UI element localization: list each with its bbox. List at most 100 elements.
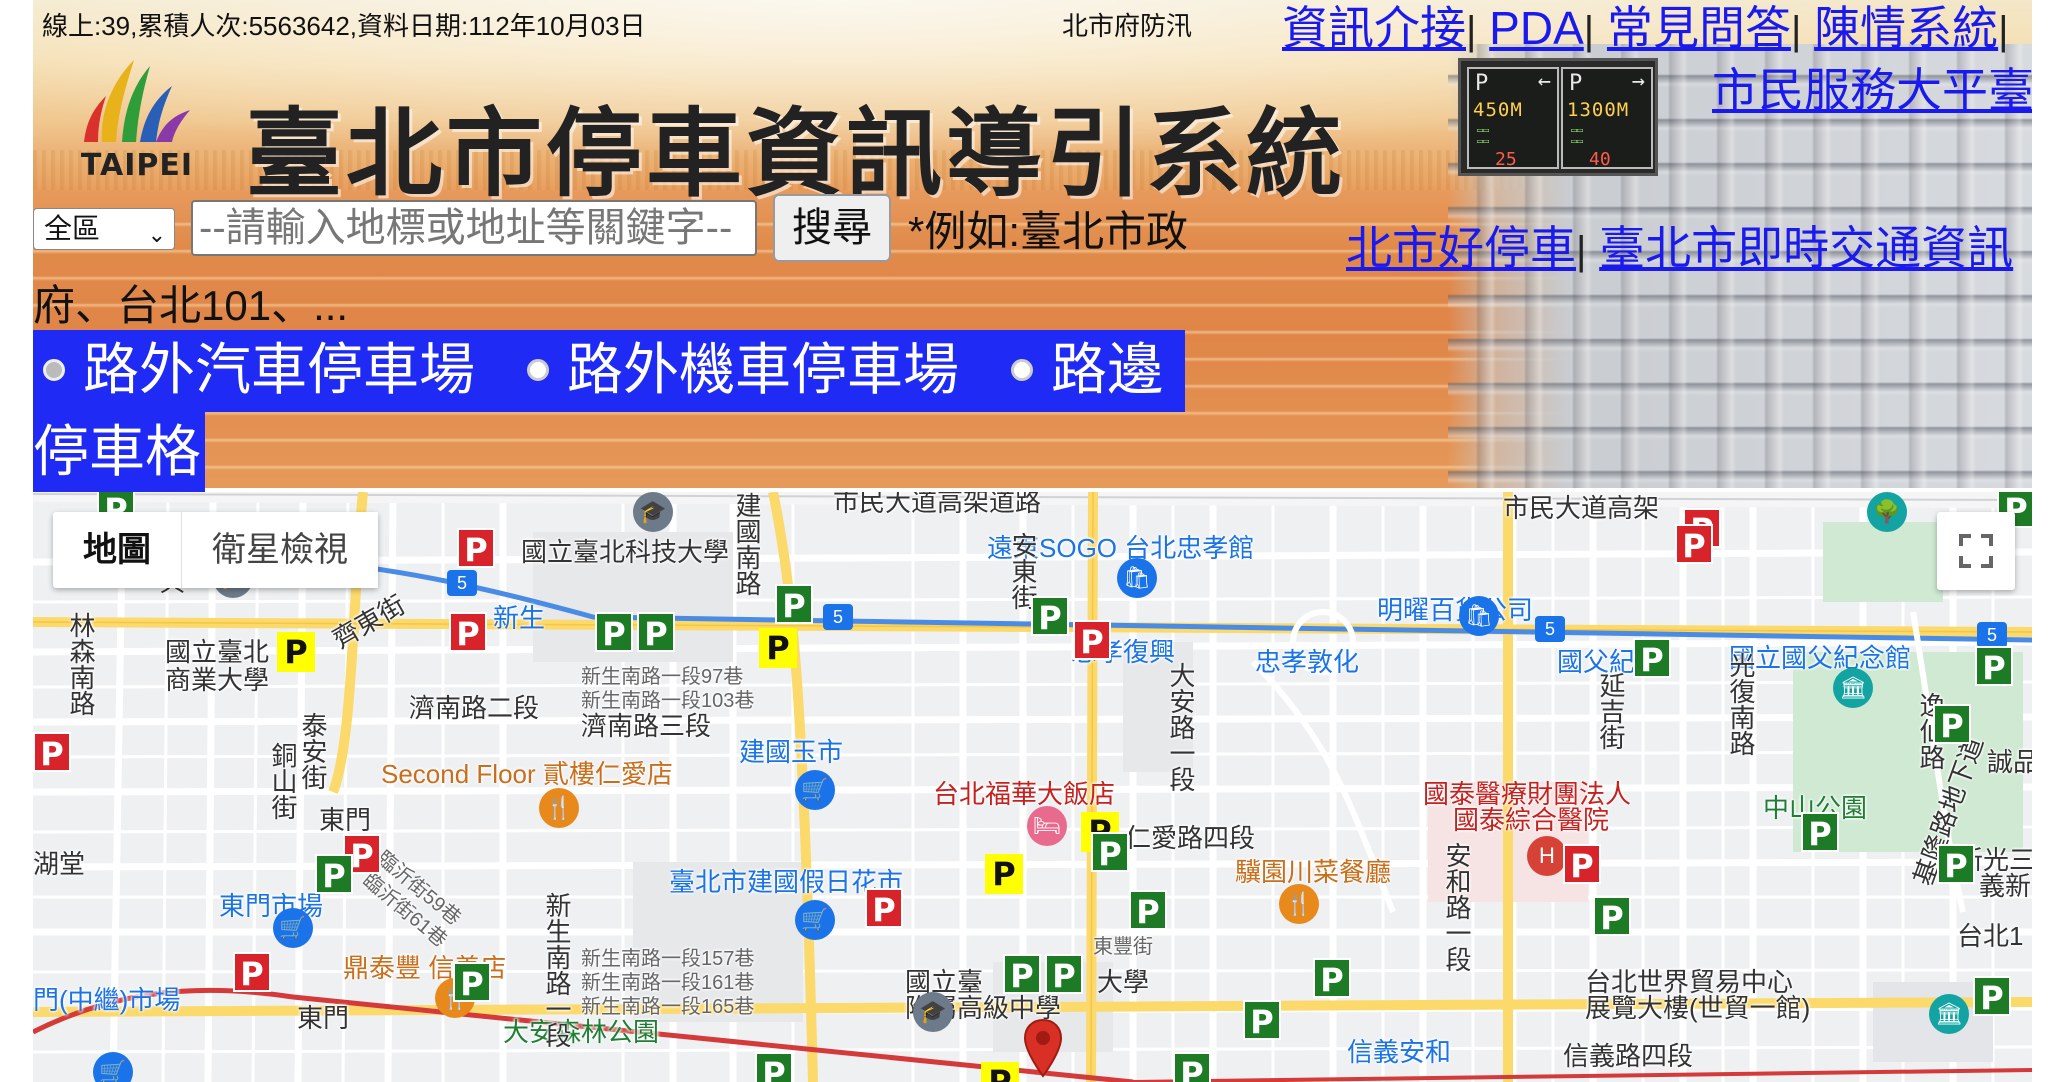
parking-red-icon[interactable]: P xyxy=(233,952,271,993)
radio-icon[interactable] xyxy=(43,359,65,382)
tab-satellite[interactable]: 衛星檢視 xyxy=(181,512,378,588)
sign-panel-left: P ← 450M ▭▭ ▭▭ 25 xyxy=(1467,67,1559,170)
school-icon[interactable]: 🎓 xyxy=(913,992,953,1032)
taipei-logo[interactable]: TAIPEI xyxy=(72,52,202,183)
map-view[interactable]: 市民大道高架道路 市民大道高架 國立臺北科技大學 遠東SOGO 台北忠孝館 明曜… xyxy=(33,492,2032,1082)
map-label: 市民大道高架 xyxy=(1503,493,1660,523)
left-gutter xyxy=(0,0,33,1082)
metro-line-5-icon: 5 xyxy=(823,604,853,630)
parking-green-icon[interactable]: P xyxy=(1313,958,1351,999)
parking-green-icon[interactable]: P xyxy=(1129,890,1167,931)
category-roadside[interactable]: 路邊 xyxy=(1011,330,1163,412)
parking-green-icon[interactable]: P xyxy=(1633,638,1671,679)
shopping-icon[interactable]: 🛍 xyxy=(1459,596,1499,636)
parking-green-icon[interactable]: P xyxy=(1975,646,2013,687)
map-label: 濟南路二段 xyxy=(409,693,540,723)
school-icon[interactable]: 🎓 xyxy=(633,492,673,532)
parking-yellow-icon[interactable]: P xyxy=(759,628,797,668)
map-label: 安和路一段 xyxy=(1442,842,1472,972)
search-button[interactable]: 搜尋 xyxy=(773,194,891,262)
map-label: 驥園川菜餐廳 xyxy=(1235,857,1392,887)
map-label: 國立臺北商業大學 xyxy=(165,637,270,695)
metro-line-5-icon: 5 xyxy=(1977,622,2007,648)
parking-green-icon[interactable]: P xyxy=(1243,1000,1281,1041)
museum-icon[interactable]: 🏛 xyxy=(1929,994,1969,1034)
map-label: 新生南路一段103巷 xyxy=(581,690,755,712)
parking-green-icon[interactable]: P xyxy=(1593,896,1631,937)
parking-green-icon[interactable]: P xyxy=(755,1052,793,1082)
link-data-interface[interactable]: 資訊介接 xyxy=(1282,2,1466,54)
map-label: 國立臺北科技大學 xyxy=(521,537,730,567)
category-bar: 路外汽車停車場 路外機車停車場 路邊 xyxy=(33,330,1185,412)
parking-green-icon[interactable]: P xyxy=(1937,844,1975,885)
parking-guide-sign: P ← 450M ▭▭ ▭▭ 25 P → 1300M ▭▭ ▭▭ 40 xyxy=(1458,58,1658,176)
radio-icon[interactable] xyxy=(527,359,549,382)
hospital-icon[interactable]: H xyxy=(1527,836,1567,876)
parking-green-icon[interactable]: P xyxy=(1003,954,1041,995)
link-petition[interactable]: 陳情系統 xyxy=(1814,2,1998,54)
link-traffic-info[interactable]: 臺北市即時交通資訊 xyxy=(1599,222,2013,274)
parking-green-icon[interactable]: P xyxy=(1045,954,1083,995)
shopping-cart-icon[interactable]: 🛒 xyxy=(795,900,835,940)
parking-green-icon[interactable]: P xyxy=(315,854,353,895)
link-citizen-platform[interactable]: 市民服務大平臺 xyxy=(1712,64,2034,116)
map-label: 東豐街 xyxy=(1093,936,1153,958)
parking-red-icon[interactable]: P xyxy=(449,612,487,653)
link-good-parking[interactable]: 北市好停車 xyxy=(1346,222,1576,274)
link-faq[interactable]: 常見問答 xyxy=(1607,2,1791,54)
parking-red-icon[interactable]: P xyxy=(865,888,903,929)
shopping-cart-icon[interactable]: 🛒 xyxy=(795,770,835,810)
parking-red-icon[interactable]: P xyxy=(457,528,495,569)
map-label: 誠品 xyxy=(1987,747,2032,777)
map-label: 大學 xyxy=(1097,967,1150,997)
parking-red-icon[interactable]: P xyxy=(1563,844,1601,885)
parking-green-icon[interactable]: P xyxy=(1031,596,1069,637)
right-gutter xyxy=(2032,0,2056,1082)
fullscreen-button[interactable] xyxy=(1937,512,2015,590)
parking-green-icon[interactable]: P xyxy=(595,612,633,653)
parking-yellow-icon[interactable]: P xyxy=(981,1062,1019,1082)
parking-yellow-icon[interactable]: P xyxy=(277,632,315,672)
museum-icon[interactable]: 🏛 xyxy=(1833,668,1873,708)
parking-green-icon[interactable]: P xyxy=(1933,704,1971,745)
map-label: 建國南路 xyxy=(732,492,762,596)
parking-red-icon[interactable]: P xyxy=(1073,620,1111,661)
link-pda[interactable]: PDA xyxy=(1489,2,1584,54)
parking-green-icon[interactable]: P xyxy=(1173,1052,1211,1082)
parking-yellow-icon[interactable]: P xyxy=(985,854,1023,894)
shopping-cart-icon[interactable]: 🛒 xyxy=(273,908,313,948)
map-type-control: 地圖 衛星檢視 xyxy=(53,512,378,588)
location-pin-icon[interactable] xyxy=(1023,1018,1063,1078)
shopping-icon[interactable]: 🛍 xyxy=(1117,558,1157,598)
park-icon[interactable]: 🌳 xyxy=(1867,492,1907,532)
map-label: 新生 xyxy=(493,603,546,633)
marquee-announcement[interactable]: 北市府防汛 xyxy=(1062,6,1202,43)
map-label: 建國玉市 xyxy=(739,737,844,767)
parking-green-icon[interactable]: P xyxy=(775,584,813,625)
parking-green-icon[interactable]: P xyxy=(1801,812,1839,853)
arrow-right-icon: → xyxy=(1631,69,1645,94)
parking-red-icon[interactable]: P xyxy=(33,732,71,773)
map-label: 義新 xyxy=(1979,871,2032,901)
search-input[interactable]: --請輸入地標或地址等關鍵字-- xyxy=(191,200,757,256)
map-label: 湖堂 xyxy=(33,849,86,879)
district-select[interactable]: 全區 ⌄ xyxy=(33,208,175,250)
radio-icon[interactable] xyxy=(1011,359,1033,382)
category-offstreet-car[interactable]: 路外汽車停車場 xyxy=(43,330,475,412)
category-offstreet-scooter[interactable]: 路外機車停車場 xyxy=(527,330,959,412)
map-label: 信義路四段 xyxy=(1563,1041,1694,1071)
restaurant-icon[interactable]: 🍴 xyxy=(1279,884,1319,924)
taipei-logo-mark-icon xyxy=(84,60,190,142)
parking-green-icon[interactable]: P xyxy=(453,962,491,1003)
parking-red-icon[interactable]: P xyxy=(1675,524,1713,565)
parking-green-icon[interactable]: P xyxy=(1973,976,2011,1017)
search-hint: *例如:臺北市政 xyxy=(908,208,1189,255)
hotel-icon[interactable]: 🛏 xyxy=(1027,806,1067,846)
tab-map[interactable]: 地圖 xyxy=(53,512,181,588)
parking-green-icon[interactable]: P xyxy=(1091,832,1129,873)
restaurant-icon[interactable]: 🍴 xyxy=(539,788,579,828)
parking-green-icon[interactable]: P xyxy=(637,612,675,653)
links-row2: 北市好停車| 臺北市即時交通資訊 xyxy=(1346,222,2014,274)
map-label: Second Floor 貳樓仁愛店 xyxy=(381,759,673,789)
category-roadside-cont[interactable]: 停車格 xyxy=(33,412,201,492)
